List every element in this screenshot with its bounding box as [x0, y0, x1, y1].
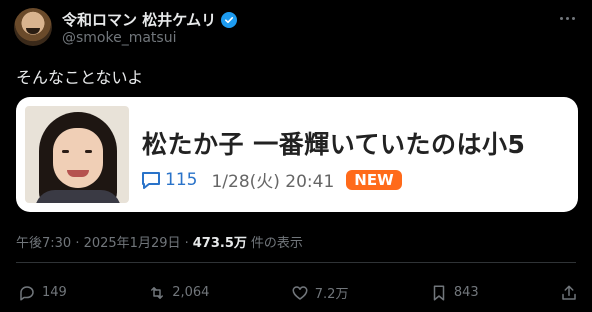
views-label: 件の表示	[250, 236, 303, 251]
card-comment-count: 115	[165, 169, 198, 190]
post-timestamp[interactable]: 午後7:30 · 2025年1月29日 ·	[16, 232, 189, 251]
author-handle[interactable]: @smoke_matsui	[62, 30, 176, 46]
bookmark-button[interactable]: 843	[430, 284, 479, 302]
bookmark-count: 843	[453, 285, 479, 300]
bookmark-icon	[430, 284, 448, 302]
card-title: 松たか子 一番輝いていたのは小5	[142, 130, 526, 159]
reply-button[interactable]: 149	[18, 284, 67, 302]
author-avatar[interactable]	[14, 8, 52, 46]
divider	[16, 262, 576, 263]
repost-count: 2,064	[172, 285, 210, 300]
views-count: 473.5万	[192, 236, 247, 251]
card-meta: 115 1/28(火) 20:41 NEW	[140, 167, 402, 192]
reply-icon	[18, 284, 36, 302]
action-bar: 149 2,064 7.2万 843	[18, 283, 578, 302]
like-button[interactable]: 7.2万	[291, 283, 349, 302]
author-name-row: 令和ロマン 松井ケムリ	[62, 9, 238, 30]
card-thumbnail	[25, 106, 129, 203]
like-count: 7.2万	[314, 287, 349, 302]
author-display-name[interactable]: 令和ロマン 松井ケムリ	[62, 9, 216, 30]
verified-icon[interactable]	[221, 11, 238, 28]
share-button[interactable]	[560, 284, 578, 302]
new-badge: NEW	[346, 169, 402, 190]
more-icon[interactable]	[556, 10, 578, 26]
link-card[interactable]: 松たか子 一番輝いていたのは小5 115 1/28(火) 20:41 NEW	[16, 97, 578, 212]
post-text: そんなことないよ	[16, 68, 144, 87]
comment-icon	[140, 170, 162, 190]
repost-icon	[148, 284, 166, 302]
repost-button[interactable]: 2,064	[148, 284, 209, 302]
card-date: 1/28(火) 20:41	[211, 172, 335, 192]
share-icon	[560, 284, 578, 302]
reply-count: 149	[42, 285, 67, 300]
like-icon	[291, 284, 309, 302]
post-meta: 午後7:30 · 2025年1月29日 · 473.5万 件の表示	[16, 232, 303, 251]
